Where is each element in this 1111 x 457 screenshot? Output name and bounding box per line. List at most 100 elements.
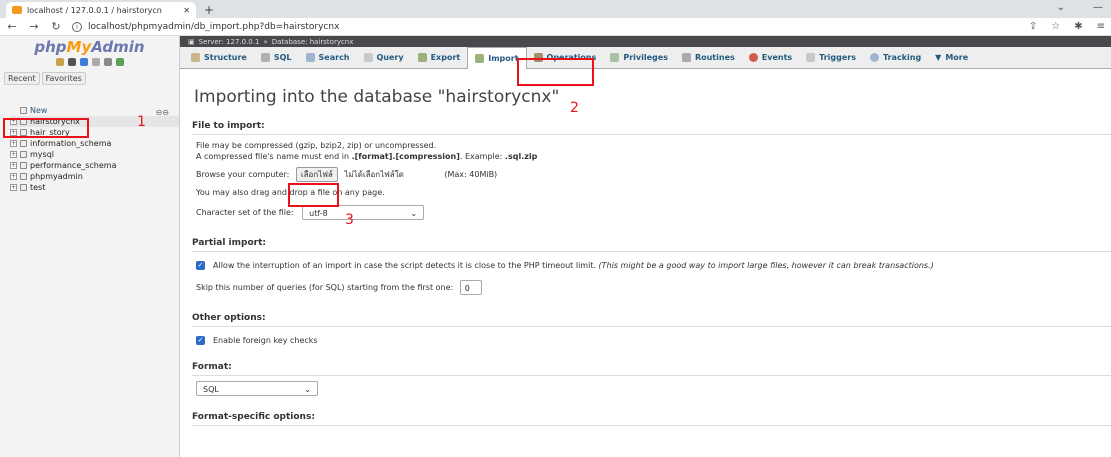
navigation-panel: phpMyAdmin Recent Favorites ⊖⊖ New + hair… (0, 36, 180, 457)
logout-icon[interactable] (67, 58, 76, 66)
database-icon (20, 140, 27, 147)
url-text: localhost/phpmyadmin/db_import.php?db=ha… (88, 21, 340, 32)
close-icon[interactable]: ✕ (183, 6, 190, 15)
format-specific-section: Format-specific options: (192, 412, 1111, 426)
chevron-down-icon: ⌄ (410, 209, 418, 218)
tab-sql[interactable]: SQL (254, 47, 299, 69)
section-title: Partial import: (192, 238, 1111, 252)
allow-interrupt-checkbox[interactable]: ✓ (196, 261, 205, 270)
format-select[interactable]: SQL ⌄ (196, 381, 318, 396)
skip-queries-input[interactable]: 0 (459, 280, 482, 295)
tab-query[interactable]: Query (357, 47, 411, 69)
docs-icon[interactable] (91, 58, 100, 66)
triggers-icon (806, 53, 816, 62)
annotation-box-database (3, 118, 89, 138)
browser-tabbar: localhost / 127.0.0.1 / hairstorycn ✕ + … (0, 0, 1111, 18)
tab-triggers[interactable]: Triggers (799, 47, 863, 69)
breadcrumb-server[interactable]: Server: 127.0.0.1 (199, 38, 260, 46)
routines-icon (681, 53, 691, 62)
recent-tab[interactable]: Recent (4, 72, 40, 85)
top-menu-tabs: Structure SQL Search Query Export Import… (180, 46, 1111, 69)
expand-icon[interactable]: + (10, 151, 17, 158)
expand-icon[interactable]: + (10, 173, 17, 180)
url-field[interactable]: i localhost/phpmyadmin/db_import.php?db=… (72, 21, 1019, 32)
annotation-box-import-tab (517, 58, 594, 86)
query-icon (363, 53, 373, 62)
reading-list-icon[interactable]: ≡ (1097, 21, 1105, 32)
database-icon (20, 173, 27, 180)
tab-tracking[interactable]: Tracking (863, 47, 928, 69)
section-title: File to import: (192, 121, 1111, 135)
info-icon[interactable]: i (72, 21, 82, 32)
reload-nav-icon[interactable] (115, 58, 124, 66)
phpmyadmin-logo[interactable]: phpMyAdmin (0, 36, 179, 56)
tree-item-performance-schema[interactable]: + performance_schema (10, 160, 179, 171)
help-icon[interactable] (79, 58, 88, 66)
server-icon: ▣ (188, 37, 195, 46)
tab-search[interactable]: Search (299, 47, 357, 69)
minimize-icon[interactable]: — (1093, 2, 1103, 13)
reload-icon[interactable]: ↻ (50, 20, 62, 33)
no-file-text: ไม่ได้เลือกไฟล์ใด (344, 170, 404, 179)
other-options-section: Other options: ✓ Enable foreign key check… (192, 313, 1111, 346)
home-icon[interactable] (55, 58, 64, 66)
tab-events[interactable]: Events (742, 47, 799, 69)
settings-icon[interactable] (103, 58, 112, 66)
favorites-tab[interactable]: Favorites (41, 72, 86, 85)
choose-file-button[interactable]: เลือกไฟล์ (295, 167, 338, 182)
foreign-key-checkbox[interactable]: ✓ (196, 336, 205, 345)
address-bar: ← → ↻ i localhost/phpmyadmin/db_import.p… (0, 18, 1111, 36)
annotation-number-2: 2 (570, 100, 579, 116)
section-title: Other options: (192, 313, 1111, 327)
tab-structure[interactable]: Structure (184, 47, 254, 69)
breadcrumb-database[interactable]: Database: hairstorycnx (272, 38, 354, 46)
events-icon (748, 53, 758, 62)
section-title: Format: (192, 362, 1111, 376)
tree-item-new[interactable]: New (10, 105, 179, 116)
expand-icon[interactable]: + (10, 184, 17, 191)
chevron-down-icon[interactable]: ⌄ (1057, 2, 1065, 13)
back-icon[interactable]: ← (6, 20, 18, 33)
database-icon (20, 184, 27, 191)
charset-select[interactable]: utf-8 ⌄ (302, 205, 425, 220)
allow-interrupt-note: (This might be a good way to import larg… (598, 261, 934, 270)
compression-note: File may be compressed (gzip, bzip2, zip… (196, 141, 437, 150)
tab-routines[interactable]: Routines (675, 47, 742, 69)
structure-icon (191, 53, 200, 62)
extensions-icon[interactable]: ✱ (1074, 21, 1082, 32)
breadcrumb: ▣ Server: 127.0.0.1 » Database: hairstor… (180, 36, 1111, 47)
partial-import-section: Partial import: ✓ Allow the interruption … (192, 238, 1111, 295)
skip-queries-label: Skip this number of queries (for SQL) st… (196, 283, 454, 292)
forward-icon[interactable]: → (28, 20, 40, 33)
tab-more[interactable]: ▼ More (928, 47, 975, 69)
tree-item-phpmyadmin[interactable]: + phpmyadmin (10, 171, 179, 182)
search-icon (305, 53, 315, 62)
expand-icon[interactable]: + (10, 140, 17, 147)
database-icon (20, 151, 27, 158)
phpmyadmin-favicon-icon (12, 6, 22, 14)
export-icon (417, 53, 427, 62)
share-icon[interactable]: ⇪ (1029, 21, 1037, 32)
foreign-key-label: Enable foreign key checks (213, 336, 318, 345)
page-title: Importing into the database "hairstorycn… (194, 87, 560, 107)
max-size: (Max: 40MiB) (444, 170, 498, 179)
new-tab-icon[interactable]: + (204, 2, 214, 18)
format-section: Format: SQL ⌄ (192, 362, 1111, 396)
database-icon (20, 162, 27, 169)
tree-item-information-schema[interactable]: + information_schema (10, 138, 179, 149)
section-title: Format-specific options: (192, 412, 1111, 426)
tab-export[interactable]: Export (411, 47, 468, 69)
tree-item-test[interactable]: + test (10, 182, 179, 193)
chevron-down-icon: ⌄ (304, 385, 311, 394)
browse-label: Browse your computer: (196, 170, 290, 179)
browser-tab-title: localhost / 127.0.0.1 / hairstorycn (27, 5, 162, 15)
browser-tab[interactable]: localhost / 127.0.0.1 / hairstorycn ✕ (6, 2, 196, 18)
annotation-number-1: 1 (137, 114, 146, 130)
tab-privileges[interactable]: Privileges (603, 47, 675, 69)
main-panel: ▣ Server: 127.0.0.1 » Database: hairstor… (180, 36, 1111, 457)
link-icon[interactable]: ⊖⊖ (156, 108, 169, 117)
expand-icon[interactable]: + (10, 162, 17, 169)
star-icon[interactable]: ☆ (1051, 21, 1060, 32)
chevron-down-icon: ▼ (935, 53, 942, 62)
tree-item-mysql[interactable]: + mysql (10, 149, 179, 160)
